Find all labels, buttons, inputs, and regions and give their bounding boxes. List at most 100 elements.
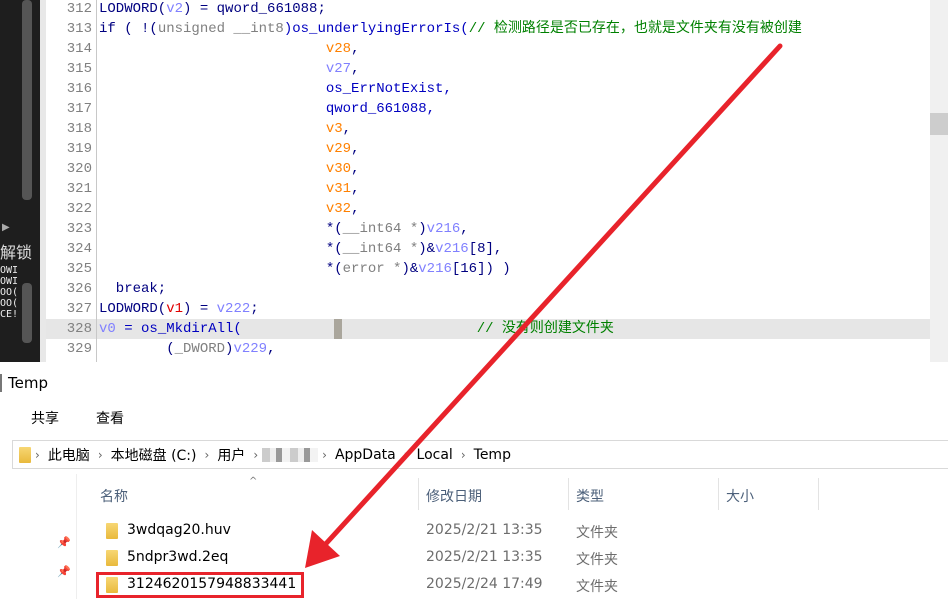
column-divider[interactable] xyxy=(818,478,819,510)
file-explorer-window: Temp 共享 查看 › 此电脑 › 本地磁盘 (C:) › 用户 › › Ap… xyxy=(0,366,948,599)
code-text: v32, xyxy=(99,199,360,219)
code-token: , xyxy=(460,221,469,237)
code-token: ) xyxy=(418,221,427,237)
code-text: (_DWORD)v229, xyxy=(99,339,275,359)
code-line[interactable]: 325 *(error *)&v216[16]) ) xyxy=(46,259,930,279)
code-token: v1 xyxy=(166,301,184,317)
chevron-right-icon: › xyxy=(460,447,466,462)
column-divider[interactable] xyxy=(568,478,569,510)
panel-row[interactable]: CE! xyxy=(0,309,18,320)
highlight-box xyxy=(96,572,304,598)
panel-row[interactable]: OO( xyxy=(0,298,18,309)
code-token: qword_661088, xyxy=(99,101,436,117)
chevron-right-icon: › xyxy=(35,447,40,462)
scrollbar-thumb[interactable] xyxy=(930,113,948,135)
breadcrumb-users[interactable]: 用户 xyxy=(217,445,245,465)
column-header-size[interactable]: 大小 xyxy=(726,486,754,506)
code-line[interactable]: 319 v29, xyxy=(46,139,930,159)
code-token: v229 xyxy=(233,341,268,357)
ribbon-tab-share[interactable]: 共享 xyxy=(31,408,59,428)
code-token: unsigned __int8 xyxy=(157,21,284,37)
code-token: v216 xyxy=(418,261,452,277)
code-token: _DWORD xyxy=(174,341,226,357)
column-divider[interactable] xyxy=(418,478,419,510)
ribbon-tab-view[interactable]: 查看 xyxy=(96,408,124,428)
breadcrumb-local-disk[interactable]: 本地磁盘 (C:) xyxy=(111,445,197,465)
code-token: , xyxy=(351,41,360,57)
column-header-date[interactable]: 修改日期 xyxy=(426,486,482,506)
code-text: LODWORD(v2) = qword_661088; xyxy=(99,0,326,19)
file-row[interactable]: 5ndpr3wd.2eq 2025/2/21 13:35 文件夹 xyxy=(0,546,948,572)
code-line[interactable]: 321 v31, xyxy=(46,179,930,199)
window-title: Temp xyxy=(8,374,48,392)
scroll-right-arrow-icon[interactable]: ▶ xyxy=(2,222,10,233)
code-line[interactable]: 314 v28, xyxy=(46,39,930,59)
code-line[interactable]: 328 v0 = os_MkdirAll( // 没有则创建文件夹 xyxy=(46,319,930,339)
panel-row[interactable]: OO( xyxy=(0,287,18,298)
code-line[interactable]: 326 break; xyxy=(46,279,930,299)
code-line[interactable]: 313 if ( !(unsigned __int8)os_underlyingE… xyxy=(46,19,930,39)
code-text: LODWORD(v1) = v222; xyxy=(99,299,259,319)
panel-row[interactable]: OWI xyxy=(0,276,18,287)
code-text: v30, xyxy=(99,159,360,179)
file-date: 2025/2/24 17:49 xyxy=(426,576,543,592)
code-token: , xyxy=(351,161,360,177)
line-number: 313 xyxy=(66,21,92,37)
code-line[interactable]: 322 v32, xyxy=(46,199,930,219)
line-number: 323 xyxy=(66,221,92,237)
code-token: v29 xyxy=(325,141,352,157)
code-token: LODWORD( xyxy=(99,301,167,317)
code-line[interactable]: 315 v27, xyxy=(46,59,930,79)
file-type: 文件夹 xyxy=(576,552,618,568)
code-line[interactable]: 312 LODWORD(v2) = qword_661088; xyxy=(46,0,930,19)
column-header-name[interactable]: 名称 xyxy=(100,486,128,506)
code-token: ( xyxy=(99,341,175,357)
panel-row[interactable]: OWI xyxy=(0,265,18,276)
code-view[interactable]: 312 LODWORD(v2) = qword_661088; 313 if ( !(… xyxy=(46,0,930,362)
code-token: error * xyxy=(342,261,402,277)
line-number: 324 xyxy=(66,241,92,257)
code-line[interactable]: 317 qword_661088, xyxy=(46,99,930,119)
code-text: os_ErrNotExist, xyxy=(99,79,452,99)
scrollbar[interactable] xyxy=(22,0,32,200)
column-divider[interactable] xyxy=(718,478,719,510)
code-line[interactable]: 329 (_DWORD)v229, xyxy=(46,339,930,359)
code-token: __int64 * xyxy=(342,221,419,237)
code-token: v222 xyxy=(216,301,251,317)
vertical-scrollbar[interactable] xyxy=(930,0,948,362)
breadcrumb-temp[interactable]: Temp xyxy=(474,447,511,463)
code-line[interactable]: 318 v3, xyxy=(46,119,930,139)
code-line[interactable]: 323 *(__int64 *)v216, xyxy=(46,219,930,239)
chevron-right-icon: › xyxy=(322,447,327,462)
breadcrumb-local[interactable]: Local xyxy=(417,447,453,463)
code-token: , xyxy=(351,181,360,197)
address-bar[interactable]: › 此电脑 › 本地磁盘 (C:) › 用户 › › AppData › Loc… xyxy=(12,440,948,469)
code-token: , xyxy=(351,61,360,77)
code-text: break; xyxy=(99,279,166,299)
file-type: 文件夹 xyxy=(576,579,618,595)
file-date: 2025/2/21 13:35 xyxy=(426,522,543,538)
file-name: 5ndpr3wd.2eq xyxy=(127,549,229,565)
breadcrumb-appdata[interactable]: AppData xyxy=(335,447,396,463)
code-line[interactable]: 324 *(__int64 *)&v216[8], xyxy=(46,239,930,259)
panel-rows: OWI OWI OO(OO(CE! xyxy=(0,265,18,320)
line-number: 318 xyxy=(66,121,92,137)
code-text: *(__int64 *)&v216[8], xyxy=(99,239,502,259)
left-dark-panel: ▶ 解锁 OWI OWI OO(OO(CE! xyxy=(0,0,40,362)
code-line[interactable]: 316 os_ErrNotExist, xyxy=(46,79,930,99)
file-date: 2025/2/21 13:35 xyxy=(426,549,543,565)
file-row[interactable]: 3wdqag20.huv 2025/2/21 13:35 文件夹 xyxy=(0,519,948,545)
panel-scrollbar[interactable] xyxy=(22,283,32,343)
line-number: 317 xyxy=(66,101,92,117)
code-token: if ( !( xyxy=(99,21,158,37)
column-header-type[interactable]: 类型 xyxy=(576,486,604,506)
code-token: )& xyxy=(401,261,419,277)
code-token: [16]) ) xyxy=(451,261,511,277)
breadcrumb-this-pc[interactable]: 此电脑 xyxy=(48,445,90,465)
code-line[interactable]: 327 LODWORD(v1) = v222; xyxy=(46,299,930,319)
code-line[interactable]: 320 v30, xyxy=(46,159,930,179)
